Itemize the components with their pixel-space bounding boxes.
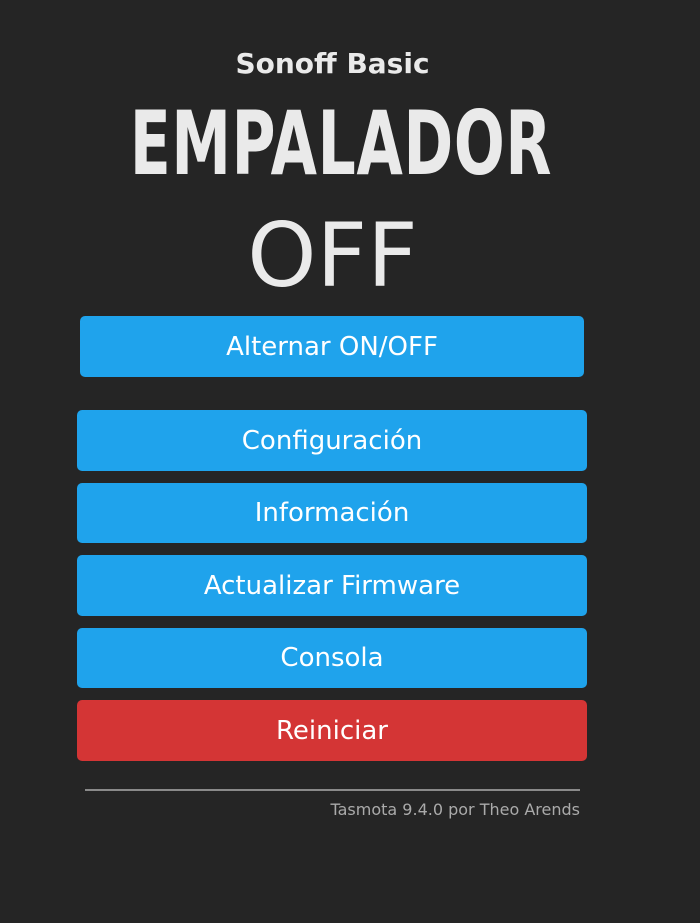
information-button[interactable]: Información <box>77 483 587 543</box>
console-button[interactable]: Consola <box>77 628 587 688</box>
firmware-upgrade-button[interactable]: Actualizar Firmware <box>77 555 587 616</box>
module-title: Sonoff Basic <box>235 47 430 80</box>
toggle-power-button[interactable]: Alternar ON/OFF <box>80 316 584 377</box>
restart-button[interactable]: Reiniciar <box>77 700 587 761</box>
footer-divider <box>85 789 580 791</box>
power-state: OFF <box>247 204 418 307</box>
device-name: EMPALADOR <box>129 92 553 195</box>
footer-version-link[interactable]: Tasmota 9.4.0 por Theo Arends <box>85 799 581 821</box>
configuration-button[interactable]: Configuración <box>77 410 587 471</box>
